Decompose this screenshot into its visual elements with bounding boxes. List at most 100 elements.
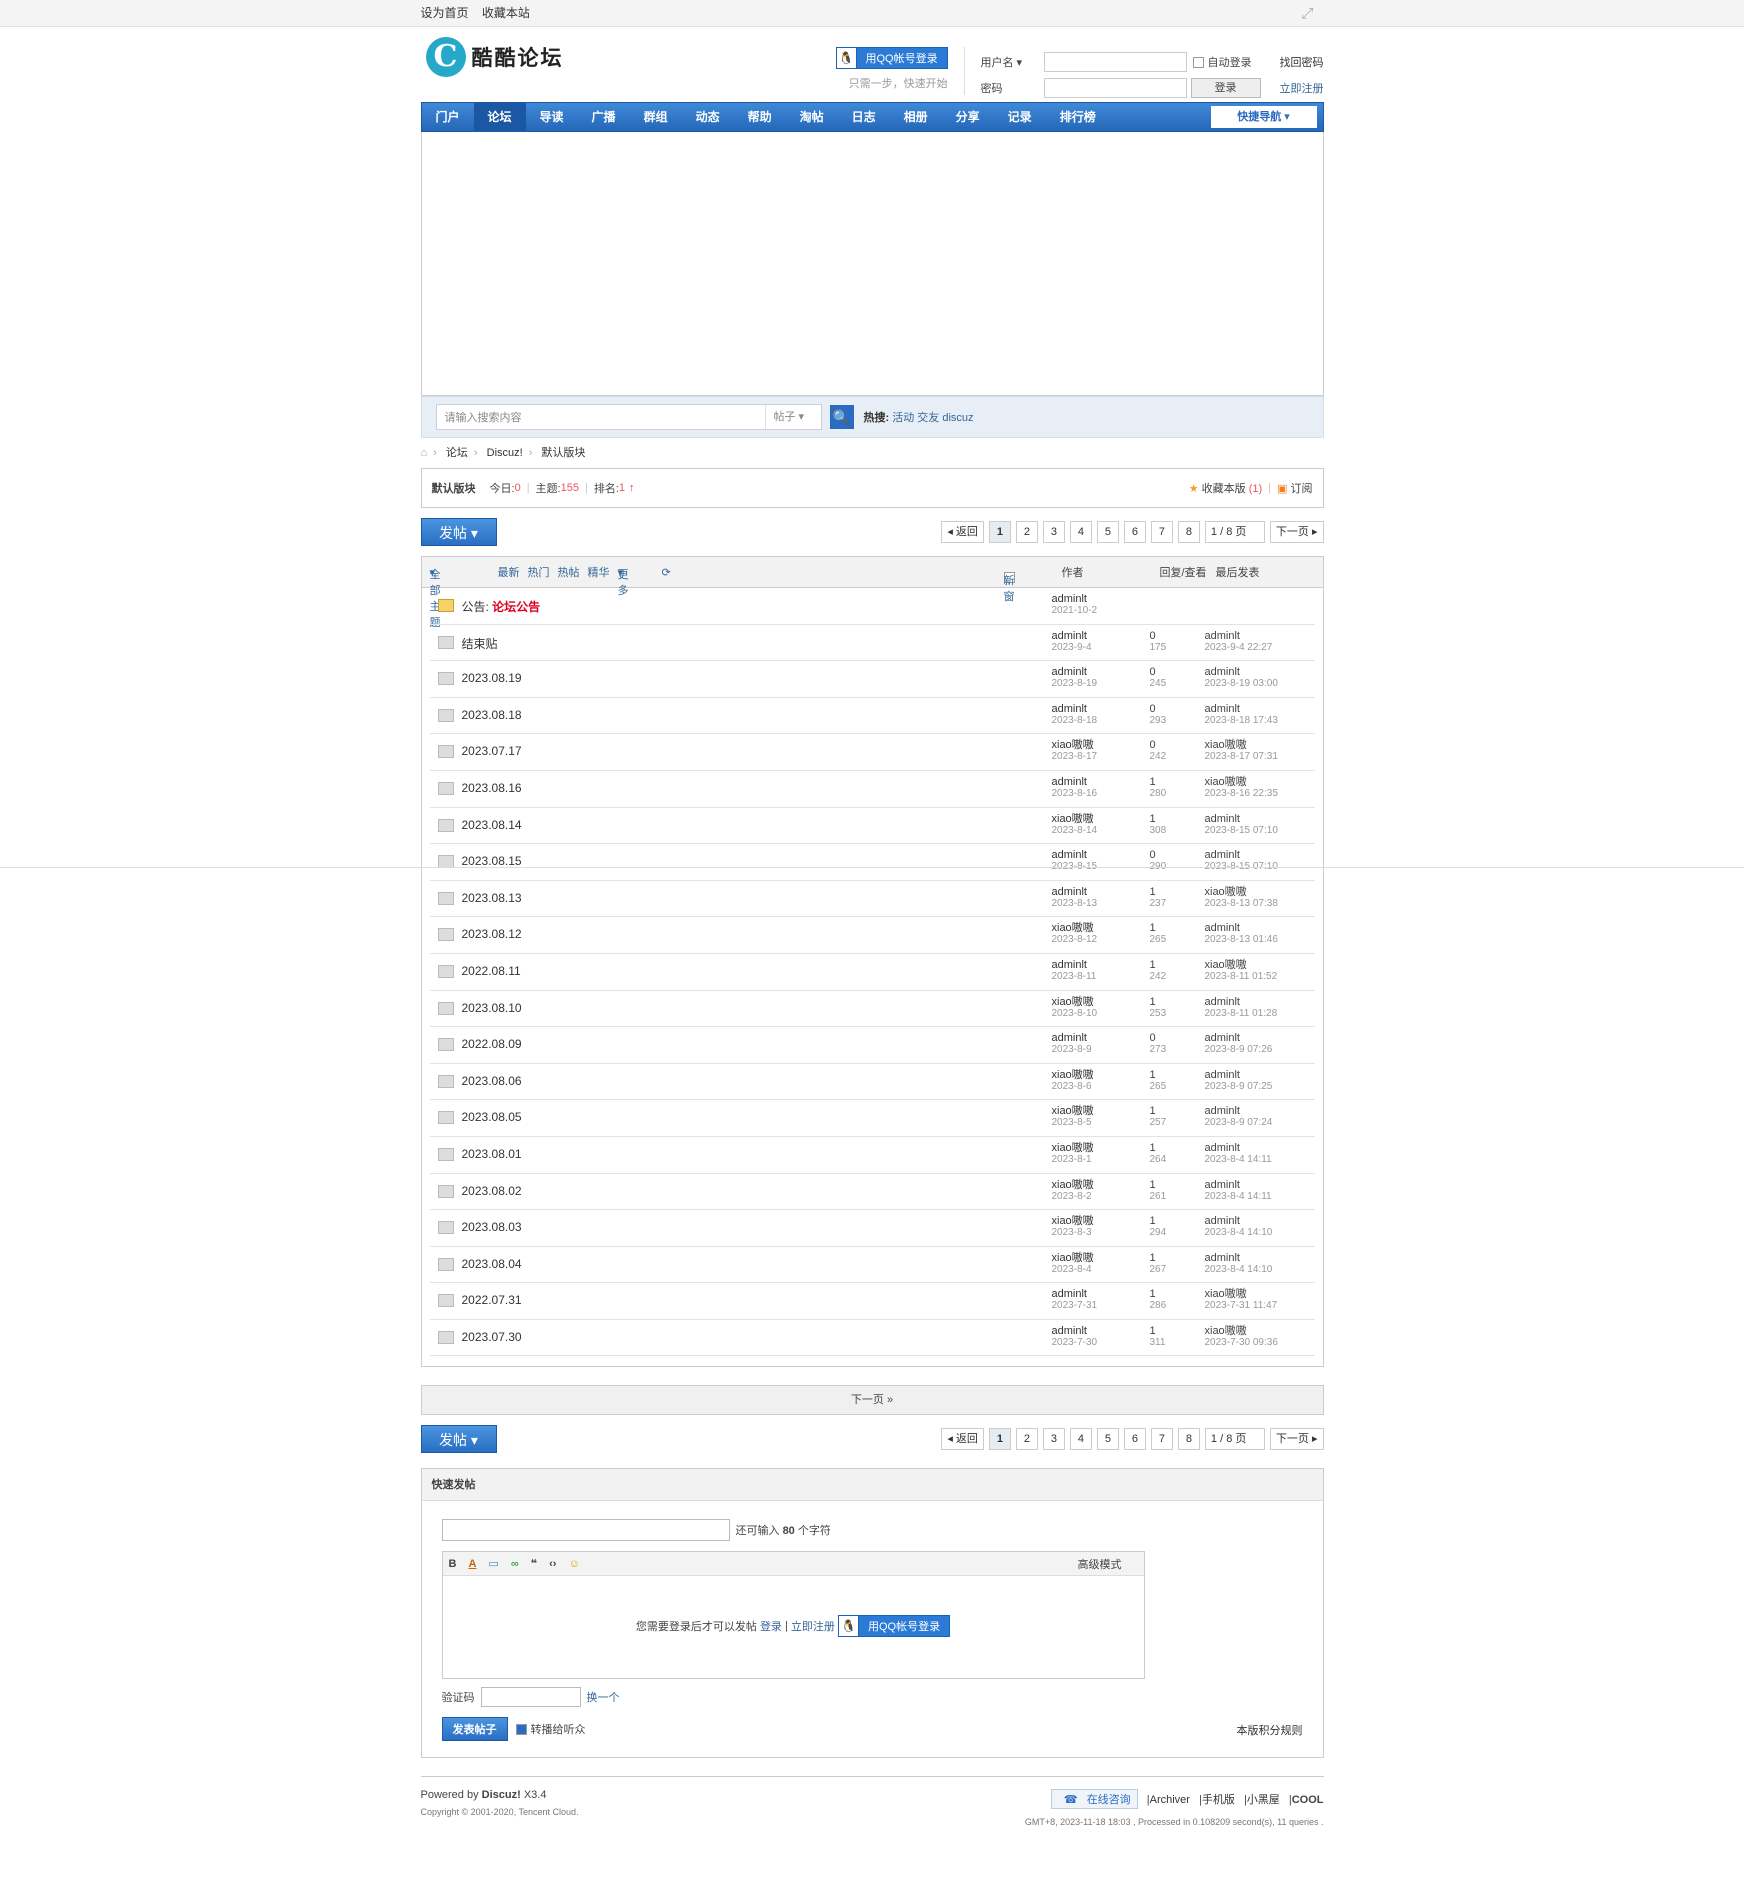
last-poster[interactable]: adminlt xyxy=(1205,1105,1273,1117)
thread-author[interactable]: adminlt xyxy=(1052,630,1092,642)
qq-login-button[interactable]: 🐧 用QQ帐号登录 xyxy=(837,1615,951,1638)
forgot-password-link[interactable]: 找回密码 xyxy=(1280,54,1324,70)
nav-item-ranking[interactable]: 排行榜 xyxy=(1046,103,1110,131)
thread-author[interactable]: xiao嗷嗷 xyxy=(1052,1179,1094,1191)
filter-more[interactable]: 更多 ▾ xyxy=(618,566,629,597)
thread-author[interactable]: xiao嗷嗷 xyxy=(1052,1069,1094,1081)
nav-item-broadcast[interactable]: 广播 xyxy=(578,103,630,131)
thread-author[interactable]: adminlt xyxy=(1052,666,1098,678)
discuz-link[interactable]: Discuz! xyxy=(482,1789,521,1801)
advanced-mode-link[interactable]: 高级模式 xyxy=(1078,1556,1122,1572)
thread-title[interactable]: 公告: 论坛公告 xyxy=(462,598,541,615)
quick-nav-button[interactable]: 快捷导航 ▾ xyxy=(1210,106,1317,128)
back-button[interactable]: ◂ 返回 xyxy=(941,521,984,543)
thread-author[interactable]: adminlt xyxy=(1052,1288,1098,1300)
refresh-icon[interactable]: ⟳ xyxy=(662,566,671,579)
last-post-time[interactable]: 2023-8-11 01:52 xyxy=(1205,971,1278,983)
page-link[interactable]: 5 xyxy=(1096,521,1119,543)
last-post-time[interactable]: 2023-8-11 01:28 xyxy=(1205,1008,1278,1020)
last-poster[interactable]: adminlt xyxy=(1205,1069,1273,1081)
link-icon[interactable]: ∞ xyxy=(511,1558,519,1570)
nav-item-help[interactable]: 帮助 xyxy=(734,103,786,131)
thread-author[interactable]: xiao嗷嗷 xyxy=(1052,996,1098,1008)
submit-post-button[interactable]: 发表帖子 xyxy=(441,1717,508,1742)
home-icon[interactable]: ⌂ xyxy=(421,447,428,459)
table-row[interactable]: 公告: 论坛公告 adminlt 2021-10-2 xyxy=(429,588,1315,625)
back-button[interactable]: ◂ 返回 xyxy=(941,1428,984,1451)
search-input[interactable]: 请输入搜索内容 xyxy=(437,409,765,425)
thread-title[interactable]: 2022.08.09 xyxy=(462,1037,522,1051)
table-row[interactable]: 2023.08.05 xiao嗷嗷 2023-8-5 1 257 adminlt 2023-… xyxy=(429,1100,1315,1137)
thread-author[interactable]: adminlt xyxy=(1052,849,1098,861)
code-icon[interactable]: ‹› xyxy=(549,1558,556,1570)
search-button[interactable]: 🔍 xyxy=(829,405,854,429)
thread-author[interactable]: adminlt xyxy=(1052,959,1097,971)
page-link[interactable]: 1 xyxy=(988,521,1011,543)
table-row[interactable]: 结束贴 adminlt 2023-9-4 0 175 adminlt 2023-9-4 22… xyxy=(429,625,1315,662)
hot-search-item[interactable]: discuz xyxy=(942,412,973,424)
last-poster[interactable]: adminlt xyxy=(1205,703,1278,715)
nav-item-guide[interactable]: 导读 xyxy=(526,103,578,131)
last-post-time[interactable]: 2023-8-19 03:00 xyxy=(1205,678,1278,690)
thread-author[interactable]: adminlt xyxy=(1052,776,1098,788)
font-color-icon[interactable]: A xyxy=(468,1558,476,1570)
table-row[interactable]: 2023.08.10 xiao嗷嗷 2023-8-10 1 253 adminlt 2023… xyxy=(429,991,1315,1028)
last-poster[interactable]: adminlt xyxy=(1205,813,1278,825)
thread-title[interactable]: 2023.08.01 xyxy=(462,1147,522,1161)
last-post-time[interactable]: 2023-7-30 09:36 xyxy=(1205,1337,1278,1349)
nav-item-portal[interactable]: 门户 xyxy=(422,103,474,131)
expand-icon[interactable]: ⤢ xyxy=(1301,0,1313,27)
mobile-link[interactable]: 手机版 xyxy=(1202,1794,1235,1806)
table-row[interactable]: 2023.08.02 xiao嗷嗷 2023-8-2 1 261 adminlt 2023-… xyxy=(429,1174,1315,1211)
filter-hotpost[interactable]: 热帖 xyxy=(558,564,580,580)
table-row[interactable]: 2023.08.16 adminlt 2023-8-16 1 280 xiao嗷嗷 2023… xyxy=(429,771,1315,808)
thread-author[interactable]: adminlt xyxy=(1052,703,1098,715)
site-logo[interactable]: C 酷酷论坛 xyxy=(425,37,564,77)
breadcrumb-item[interactable]: Discuz! xyxy=(487,447,523,459)
login-link[interactable]: 登录 xyxy=(760,1618,782,1634)
table-row[interactable]: 2023.08.04 xiao嗷嗷 2023-8-4 1 267 adminlt 2023-… xyxy=(429,1247,1315,1284)
table-row[interactable]: 2022.08.09 adminlt 2023-8-9 0 273 adminlt 2023… xyxy=(429,1027,1315,1064)
thread-author[interactable]: xiao嗷嗷 xyxy=(1052,922,1098,934)
filter-all[interactable]: 全部主题 ▾ xyxy=(430,566,441,629)
last-post-time[interactable]: 2023-8-4 14:10 xyxy=(1205,1264,1273,1276)
thread-author[interactable]: adminlt xyxy=(1052,593,1098,605)
thread-title[interactable]: 2023.07.30 xyxy=(462,1330,522,1344)
page-link[interactable]: 2 xyxy=(1015,521,1038,543)
thread-title[interactable]: 2022.07.31 xyxy=(462,1293,522,1307)
nav-item-blog[interactable]: 日志 xyxy=(838,103,890,131)
fav-button[interactable]: ★ 收藏本版 (1) xyxy=(1189,480,1262,496)
login-button[interactable]: 登录 xyxy=(1190,78,1261,98)
table-row[interactable]: 2023.08.18 adminlt 2023-8-18 0 293 adminlt 202… xyxy=(429,698,1315,735)
password-input[interactable] xyxy=(1043,78,1187,98)
filter-latest[interactable]: 最新 xyxy=(498,564,520,580)
filter-digest[interactable]: 精华 xyxy=(588,564,610,580)
last-post-time[interactable]: 2023-8-18 17:43 xyxy=(1205,715,1278,727)
last-post-time[interactable]: 2023-8-4 14:11 xyxy=(1205,1154,1272,1166)
page-jump-input[interactable]: 1 / 8 页 xyxy=(1204,1428,1265,1451)
thread-title[interactable]: 2023.08.06 xyxy=(462,1074,522,1088)
subscribe-button[interactable]: ▣ 订阅 xyxy=(1277,480,1312,496)
auto-login-checkbox[interactable] xyxy=(1192,56,1204,68)
last-poster[interactable]: xiao嗷嗷 xyxy=(1205,1325,1278,1337)
breadcrumb-item[interactable]: 默认版块 xyxy=(541,447,585,459)
thread-title[interactable]: 2023.08.16 xyxy=(462,781,522,795)
page-link[interactable]: 7 xyxy=(1150,1428,1173,1451)
nav-item-groups[interactable]: 群组 xyxy=(630,103,682,131)
thread-title[interactable]: 2023.08.03 xyxy=(462,1220,522,1234)
page-link[interactable]: 8 xyxy=(1177,1428,1200,1451)
table-row[interactable]: 2023.07.17 xiao嗷嗷 2023-8-17 0 242 xiao嗷嗷 2023-… xyxy=(429,734,1315,771)
image-icon[interactable]: ▭ xyxy=(488,1557,498,1570)
last-post-time[interactable]: 2023-8-4 14:10 xyxy=(1205,1227,1273,1239)
page-link[interactable]: 2 xyxy=(1015,1428,1038,1451)
smiley-icon[interactable]: ☺ xyxy=(568,1558,579,1570)
last-post-time[interactable]: 2023-8-17 07:31 xyxy=(1205,751,1278,763)
next-page-button[interactable]: 下一页 ▸ xyxy=(1269,1428,1324,1451)
nav-item-forum[interactable]: 论坛 xyxy=(473,103,526,131)
page-link[interactable]: 6 xyxy=(1123,1428,1146,1451)
nav-item-collections[interactable]: 淘帖 xyxy=(786,103,838,131)
last-post-time[interactable]: 2023-8-4 14:11 xyxy=(1205,1191,1272,1203)
last-post-time[interactable]: 2023-7-31 11:47 xyxy=(1205,1300,1278,1312)
table-row[interactable]: 2023.08.06 xiao嗷嗷 2023-8-6 1 265 adminlt 2023-… xyxy=(429,1064,1315,1101)
register-link[interactable]: 立即注册 xyxy=(791,1618,835,1634)
